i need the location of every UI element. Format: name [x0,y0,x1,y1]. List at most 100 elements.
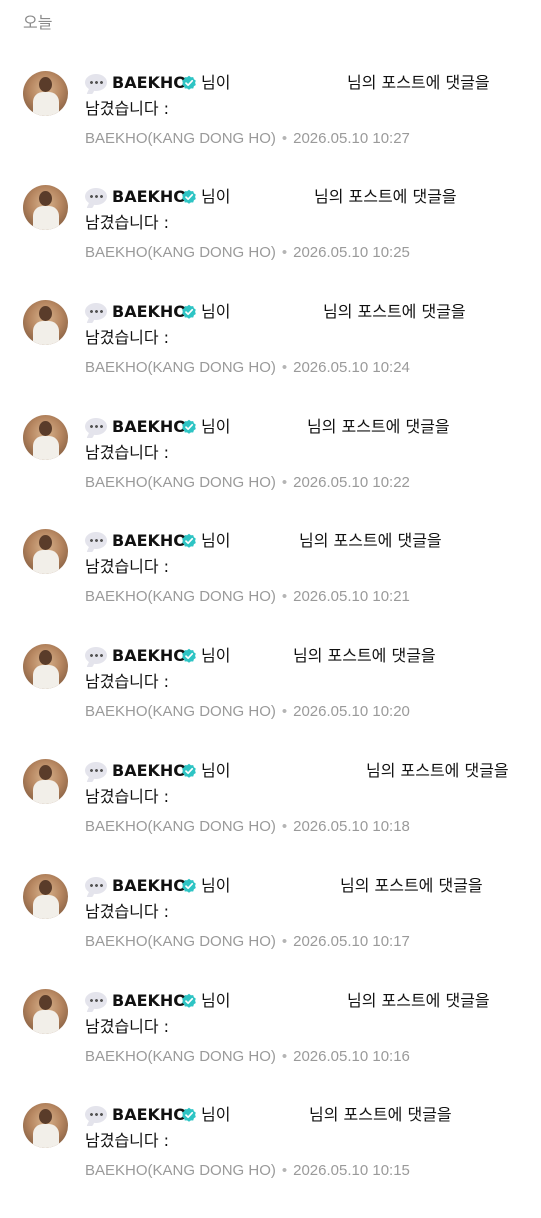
avatar-body [33,1124,59,1148]
notification-text-line: BAEKHO 님이 님의 포스트에 댓글을 [85,759,525,783]
avatar[interactable] [23,71,68,116]
avatar-body [33,206,59,230]
avatar[interactable] [23,874,68,919]
username[interactable]: BAEKHO [112,644,187,668]
post-comment-text: 님의 포스트에 댓글을 [340,876,483,895]
post-comment-text: 님의 포스트에 댓글을 [366,761,509,780]
username[interactable]: BAEKHO [112,989,187,1013]
comment-line: 남겼습니다 : [85,672,170,691]
avatar[interactable] [23,644,68,689]
verified-badge-shape [182,75,196,90]
suffix-text: 님이 [201,531,231,550]
username[interactable]: BAEKHO [112,71,187,95]
suffix-text: 님이 [201,187,231,206]
author-name: BAEKHO(KANG DONG HO) [85,130,276,147]
suffix-text: 님이 [201,876,231,895]
username[interactable]: BAEKHO [112,759,187,783]
author-name: BAEKHO(KANG DONG HO) [85,1048,276,1065]
speech-bubble-icon [85,418,107,435]
avatar[interactable] [23,529,68,574]
notification-item[interactable]: BAEKHO 님이 님의 포스트에 댓글을 남겼습니다 : BAEKHO(KAN… [0,759,541,874]
notification-text-line: BAEKHO 님이 님의 포스트에 댓글을 [85,1103,525,1127]
verified-badge-shape [182,304,196,319]
separator-dot: • [281,474,288,491]
post-comment-text: 님의 포스트에 댓글을 [309,1105,452,1124]
post-comment-text: 님의 포스트에 댓글을 [314,187,457,206]
suffix-text: 님이 [201,761,231,780]
comment-line: 남겼습니다 : [85,443,170,462]
speech-bubble-icon [85,762,107,779]
suffix-text: 님이 [201,73,231,92]
verified-badge-shape [182,763,196,778]
speech-bubble-icon [85,877,107,894]
username[interactable]: BAEKHO [112,529,187,553]
meta-line: BAEKHO(KANG DONG HO) • 2026.05.10 10:27 [85,128,410,150]
comment-line: 남겼습니다 : [85,902,170,921]
avatar-head [39,880,52,895]
notification-item[interactable]: BAEKHO 님이 님의 포스트에 댓글을 남겼습니다 : BAEKHO(KAN… [0,874,541,989]
username[interactable]: BAEKHO [112,874,187,898]
comment-line: 남겼습니다 : [85,99,170,118]
meta-line: BAEKHO(KANG DONG HO) • 2026.05.10 10:22 [85,472,410,494]
avatar[interactable] [23,185,68,230]
separator-dot: • [281,130,288,147]
username[interactable]: BAEKHO [112,185,187,209]
notification-item[interactable]: BAEKHO 님이 님의 포스트에 댓글을 남겼습니다 : BAEKHO(KAN… [0,71,541,186]
avatar[interactable] [23,759,68,804]
username[interactable]: BAEKHO [112,1103,187,1127]
timestamp: 2026.05.10 10:22 [293,474,410,491]
notification-item[interactable]: BAEKHO 님이 님의 포스트에 댓글을 남겼습니다 : BAEKHO(KAN… [0,644,541,759]
verified-badge-icon [182,304,196,319]
notification-item[interactable]: BAEKHO 님이 님의 포스트에 댓글을 남겼습니다 : BAEKHO(KAN… [0,989,541,1104]
speech-bubble-icon [85,1106,107,1123]
post-comment-text: 님의 포스트에 댓글을 [293,646,436,665]
avatar-body [33,1010,59,1034]
avatar-head [39,77,52,92]
author-name: BAEKHO(KANG DONG HO) [85,703,276,720]
separator-dot: • [281,244,288,261]
avatar-head [39,1109,52,1124]
verified-badge-icon [182,189,196,204]
meta-line: BAEKHO(KANG DONG HO) • 2026.05.10 10:20 [85,701,410,723]
meta-line: BAEKHO(KANG DONG HO) • 2026.05.10 10:25 [85,242,410,264]
author-name: BAEKHO(KANG DONG HO) [85,474,276,491]
avatar-head [39,191,52,206]
avatar-head [39,421,52,436]
avatar-head [39,306,52,321]
author-name: BAEKHO(KANG DONG HO) [85,818,276,835]
notification-item[interactable]: BAEKHO 님이 님의 포스트에 댓글을 남겼습니다 : BAEKHO(KAN… [0,415,541,530]
avatar[interactable] [23,989,68,1034]
avatar-head [39,765,52,780]
notification-item[interactable]: BAEKHO 님이 님의 포스트에 댓글을 남겼습니다 : BAEKHO(KAN… [0,529,541,644]
speech-bubble-icon [85,74,107,91]
post-comment-text: 님의 포스트에 댓글을 [299,531,442,550]
username[interactable]: BAEKHO [112,415,187,439]
timestamp: 2026.05.10 10:20 [293,703,410,720]
avatar[interactable] [23,300,68,345]
notification-item[interactable]: BAEKHO 님이 님의 포스트에 댓글을 남겼습니다 : BAEKHO(KAN… [0,1103,541,1218]
separator-dot: • [281,359,288,376]
separator-dot: • [281,933,288,950]
meta-line: BAEKHO(KANG DONG HO) • 2026.05.10 10:17 [85,931,410,953]
avatar[interactable] [23,415,68,460]
notification-text-line: BAEKHO 님이 님의 포스트에 댓글을 [85,415,525,439]
author-name: BAEKHO(KANG DONG HO) [85,1162,276,1179]
notification-item[interactable]: BAEKHO 님이 님의 포스트에 댓글을 남겼습니다 : BAEKHO(KAN… [0,300,541,415]
comment-line: 남겼습니다 : [85,1131,170,1150]
avatar-body [33,321,59,345]
username[interactable]: BAEKHO [112,300,187,324]
meta-line: BAEKHO(KANG DONG HO) • 2026.05.10 10:24 [85,357,410,379]
author-name: BAEKHO(KANG DONG HO) [85,244,276,261]
notification-text-line: BAEKHO 님이 님의 포스트에 댓글을 [85,874,525,898]
avatar-head [39,995,52,1010]
meta-line: BAEKHO(KANG DONG HO) • 2026.05.10 10:16 [85,1046,410,1068]
avatar[interactable] [23,1103,68,1148]
timestamp: 2026.05.10 10:24 [293,359,410,376]
verified-badge-icon [182,878,196,893]
separator-dot: • [281,703,288,720]
suffix-text: 님이 [201,302,231,321]
speech-bubble-icon [85,647,107,664]
notification-item[interactable]: BAEKHO 님이 님의 포스트에 댓글을 남겼습니다 : BAEKHO(KAN… [0,185,541,300]
suffix-text: 님이 [201,646,231,665]
notification-text-line: BAEKHO 님이 님의 포스트에 댓글을 [85,300,525,324]
